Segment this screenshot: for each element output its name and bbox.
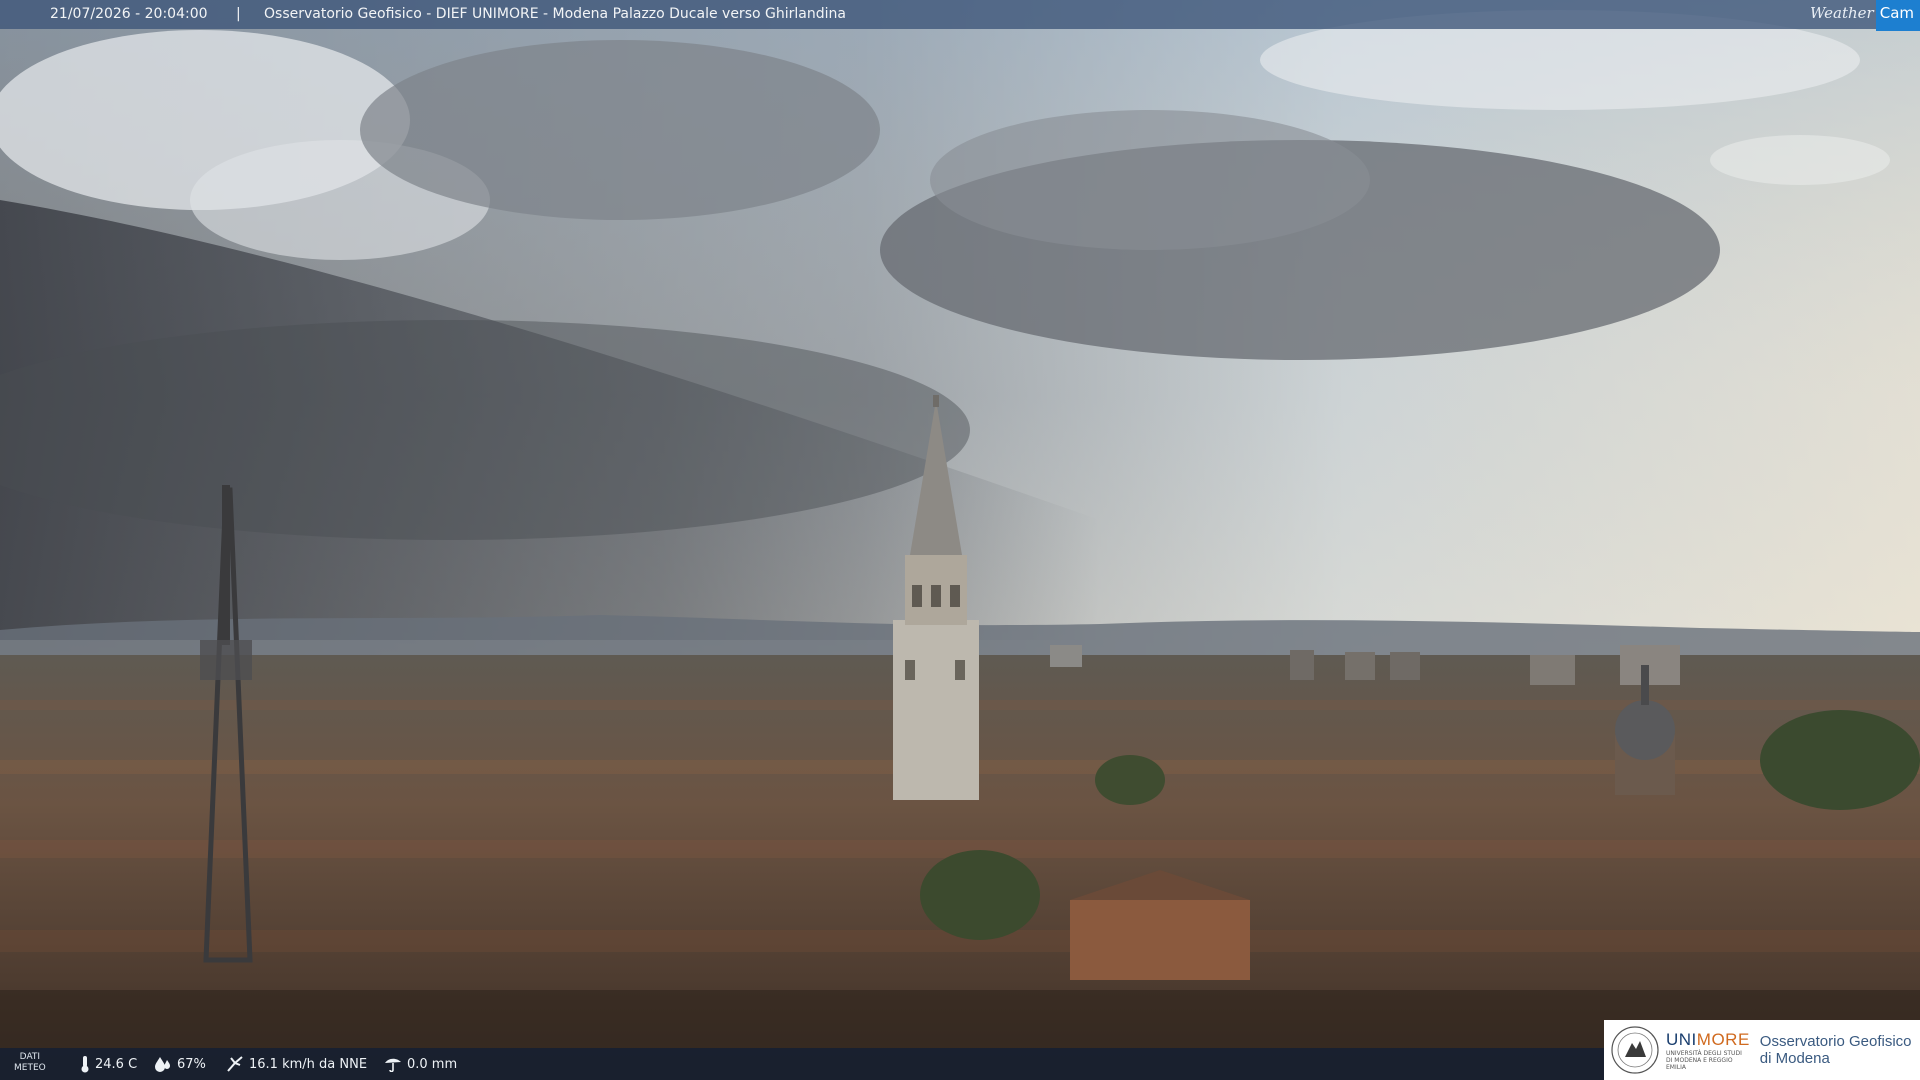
webcam-frame: 21/07/2026 - 20:04:00 | Osservatorio Geo… xyxy=(0,0,1920,1080)
temperature-value: 24.6 C xyxy=(95,1056,138,1072)
weathercam-logo: Weather Cam xyxy=(1809,0,1920,31)
unimore-suffix: MORE xyxy=(1696,1029,1750,1049)
unimore-seal-icon xyxy=(1611,1026,1659,1074)
unimore-subtitle: UNIVERSITÀ DEGLI STUDI DI MODENA E REGGI… xyxy=(1666,1049,1742,1071)
rain-readout: 0.0 mm xyxy=(384,1048,457,1080)
humidity-readout: 67% xyxy=(154,1048,206,1080)
observatory-line1: Osservatorio Geofisico xyxy=(1759,1033,1912,1050)
wind-readout: 16.1 km/h da NNE xyxy=(226,1048,367,1080)
temperature-readout: 24.6 C xyxy=(80,1048,137,1080)
timestamp: 21/07/2026 - 20:04:00 xyxy=(50,6,208,22)
rain-value: 0.0 mm xyxy=(407,1056,458,1072)
meteo-label-line2: METEO xyxy=(14,1063,46,1073)
unimore-prefix: UNI xyxy=(1666,1029,1697,1049)
observatory-name: Osservatorio Geofisico di Modena xyxy=(1760,1033,1912,1067)
thermometer-icon xyxy=(81,1056,89,1073)
wind-icon xyxy=(227,1056,243,1072)
rain-gauge-icon xyxy=(385,1058,401,1072)
header-bar: 21/07/2026 - 20:04:00 | Osservatorio Geo… xyxy=(0,0,1920,31)
humidity-drop-icon xyxy=(155,1057,170,1072)
header-separator: | xyxy=(236,6,241,22)
camera-title: Osservatorio Geofisico - DIEF UNIMORE - … xyxy=(264,6,846,22)
observatory-line2: di Modena xyxy=(1759,1050,1830,1067)
humidity-value: 67% xyxy=(177,1056,206,1072)
brand-weather-text: Weather xyxy=(1809,4,1874,22)
meteo-label: DATI METEO xyxy=(14,1052,46,1074)
webcam-image xyxy=(0,0,1920,1080)
meteo-label-line1: DATI xyxy=(19,1052,41,1062)
wind-value: 16.1 km/h da NNE xyxy=(249,1056,368,1072)
unimore-wordmark: UNIMORE UNIVERSITÀ DEGLI STUDI DI MODENA… xyxy=(1666,1030,1750,1071)
unimore-logo-panel: UNIMORE UNIVERSITÀ DEGLI STUDI DI MODENA… xyxy=(1604,1020,1920,1080)
brand-cam-text: Cam xyxy=(1875,0,1920,31)
